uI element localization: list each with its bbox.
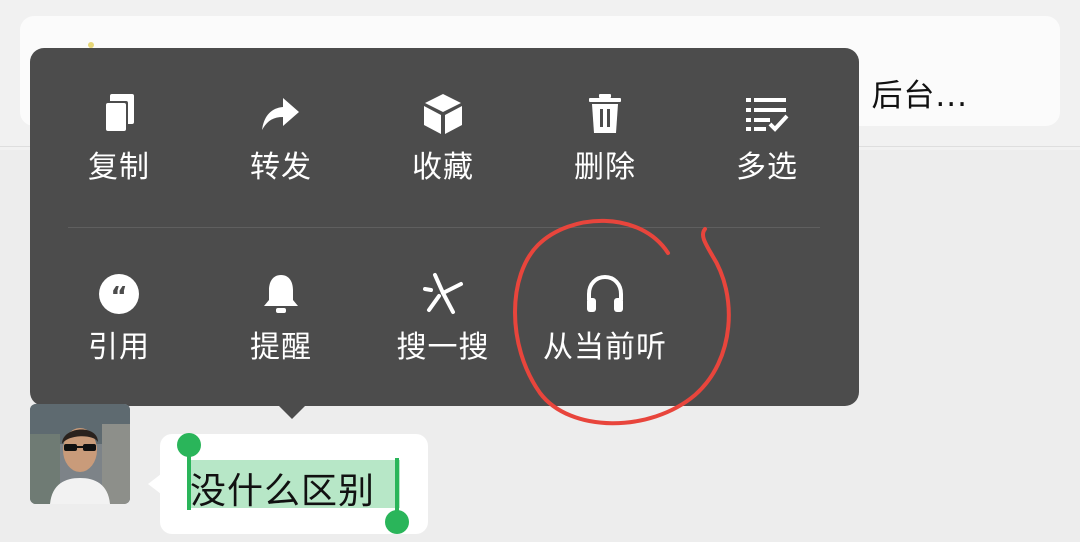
menu-item-quote[interactable]: “ 引用	[38, 270, 200, 390]
menu-item-copy[interactable]: 复制	[38, 90, 200, 210]
quote-icon: “	[38, 270, 200, 318]
multi-select-icon	[686, 90, 848, 138]
svg-text:“: “	[110, 282, 127, 312]
menu-item-label: 删除	[574, 150, 636, 185]
menu-item-label: 复制	[88, 150, 150, 185]
bell-icon	[200, 270, 362, 318]
forward-icon	[200, 90, 362, 138]
previous-message-text: 后台...	[871, 78, 968, 114]
chat-screen: 后台... 复制 转发 收藏 删除 多选 “ 引用 提醒 搜一搜 从当前听 没什…	[0, 0, 1080, 542]
red-annotation-circle	[513, 218, 731, 426]
menu-item-favorite[interactable]: 收藏	[362, 90, 524, 210]
menu-item-label: 收藏	[412, 150, 474, 185]
menu-item-label: 提醒	[250, 330, 312, 365]
menu-item-label: 转发	[250, 150, 312, 185]
menu-item-multiselect[interactable]: 多选	[686, 90, 848, 210]
menu-pointer	[277, 404, 307, 419]
trash-icon	[524, 90, 686, 138]
copy-icon	[38, 90, 200, 138]
menu-item-label: 多选	[736, 150, 798, 185]
selection-start-handle[interactable]	[177, 433, 201, 457]
menu-item-forward[interactable]: 转发	[200, 90, 362, 210]
menu-item-delete[interactable]: 删除	[524, 90, 686, 210]
menu-item-remind[interactable]: 提醒	[200, 270, 362, 390]
menu-item-label: 引用	[88, 330, 150, 365]
selection-end-handle[interactable]	[385, 510, 409, 534]
avatar[interactable]	[30, 404, 130, 504]
message-text[interactable]: 没什么区别	[190, 462, 375, 514]
favorite-box-icon	[362, 90, 524, 138]
